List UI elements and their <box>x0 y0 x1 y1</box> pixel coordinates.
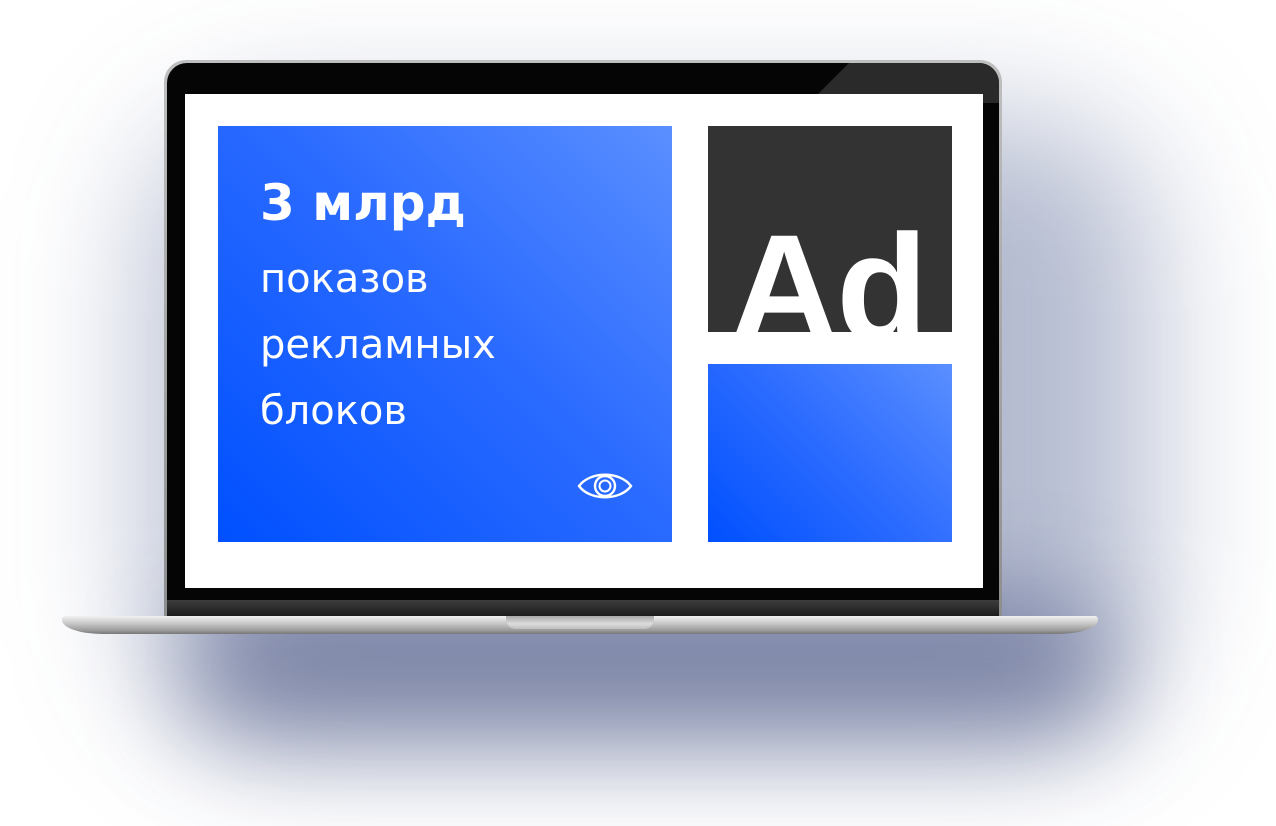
promo-description-line: показов <box>260 256 429 302</box>
ad-card: Ad <box>708 126 952 332</box>
ad-label: Ad <box>730 203 928 332</box>
ad-block-card <box>708 364 952 542</box>
promo-headline: 3 млрд <box>260 174 466 232</box>
laptop-mockup: 3 млрд показов рекламных блоков Ad <box>0 0 1276 826</box>
promo-card: 3 млрд показов рекламных блоков <box>218 126 672 542</box>
promo-description-line: блоков <box>260 388 407 434</box>
promo-description-line: рекламных <box>260 322 496 368</box>
laptop-notch <box>506 616 654 629</box>
promo-description: показов рекламных блоков <box>260 246 496 444</box>
laptop-hinge <box>167 600 999 616</box>
eye-icon <box>577 473 633 499</box>
